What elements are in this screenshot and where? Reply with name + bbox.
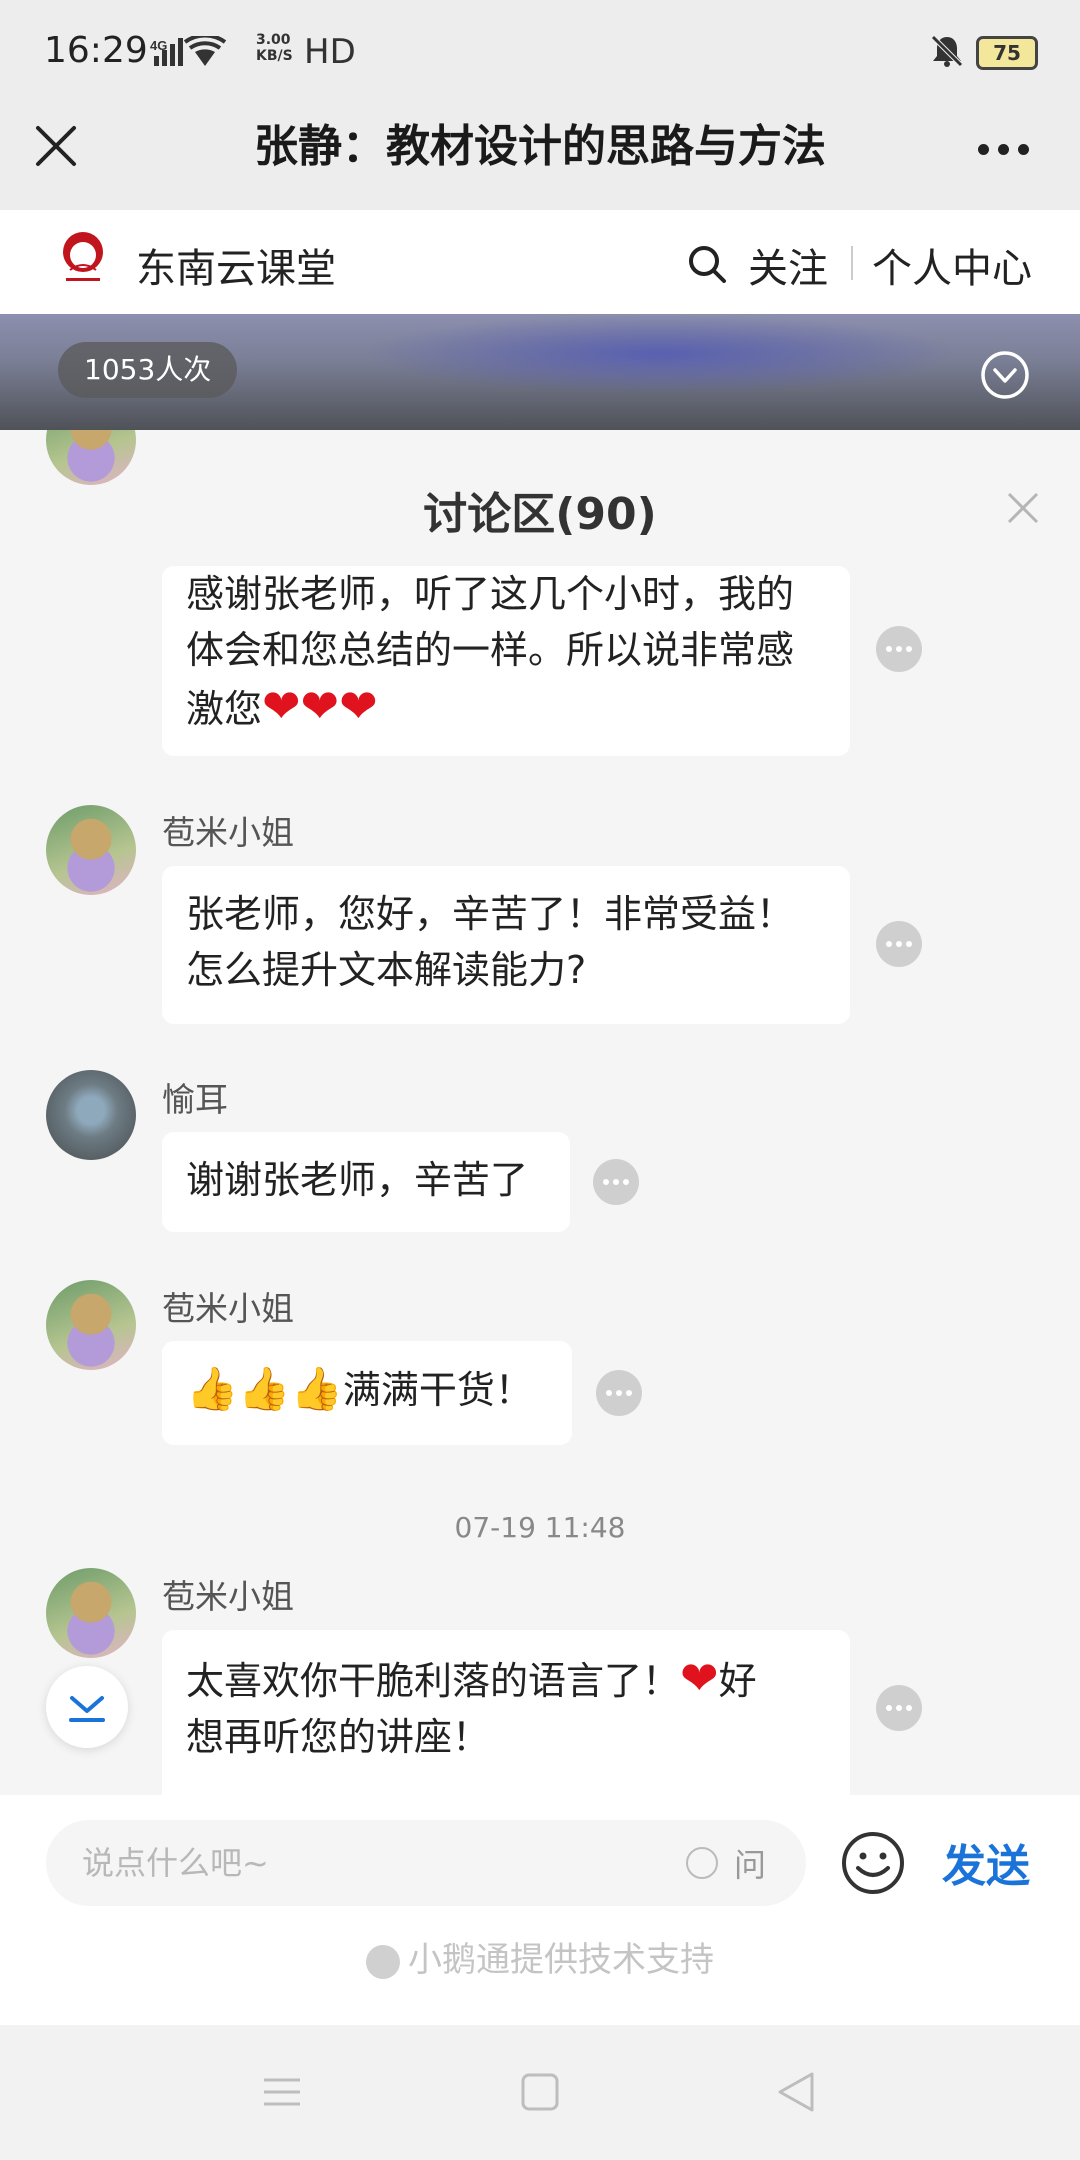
message-more-button[interactable] (876, 921, 922, 967)
message-more-button[interactable] (876, 626, 922, 672)
follow-button[interactable]: 关注 (748, 236, 828, 294)
avatar[interactable] (46, 805, 136, 895)
message-text: 想再听您的讲座！ (186, 1715, 491, 1759)
heart-emoji: ❤ (680, 1651, 719, 1705)
thumbs-up-emoji: 👍👍👍 (186, 1364, 343, 1413)
message-text: 太喜欢你干脆利落的语言了！❤好 (186, 1651, 757, 1705)
page-title: 张静：教材设计的思路与方法 (254, 121, 826, 172)
site-logo-icon (58, 230, 108, 290)
send-button[interactable]: 发送 (942, 1830, 1030, 1894)
message-more-button[interactable] (593, 1159, 639, 1205)
network-speed: 3.00 KB/S (256, 32, 293, 64)
signal-icon: 4G (150, 33, 250, 76)
avatar (46, 430, 136, 485)
message-text: 激您❤❤❤ (186, 679, 378, 733)
emoji-icon[interactable] (840, 1830, 906, 1896)
message-text: 体会和您总结的一样。所以说非常感 (186, 628, 795, 672)
message-bubble[interactable]: 👍👍👍满满干货！ (162, 1341, 572, 1445)
battery-indicator: 75 (976, 36, 1038, 70)
back-icon[interactable] (776, 2070, 816, 2118)
message-timestamp: 07-19 11:48 (454, 1511, 626, 1544)
username: 苞米小姐 (162, 1289, 294, 1328)
video-blur (360, 314, 960, 394)
message-bubble[interactable]: 感谢张老师，听了这几个小时，我的 体会和您总结的一样。所以说非常感 激您❤❤❤ (162, 566, 850, 756)
heart-emoji: ❤❤❤ (262, 679, 378, 733)
status-time: 16:29 (44, 30, 148, 71)
close-icon[interactable] (32, 122, 80, 170)
avatar[interactable] (46, 1280, 136, 1370)
xiaoe-logo-icon (366, 1944, 400, 1979)
message-bubble[interactable]: 太喜欢你干脆利落的语言了！❤好 想再听您的讲座！ (162, 1630, 850, 1795)
message-more-button[interactable] (596, 1370, 642, 1416)
message-text: 👍👍👍满满干货！ (186, 1364, 533, 1413)
username: 苞米小姐 (162, 813, 294, 852)
user-center-link[interactable]: 个人中心 (872, 236, 1032, 294)
site-name: 东南云课堂 (136, 246, 336, 292)
more-options-icon[interactable] (978, 140, 1038, 159)
chevron-down-icon[interactable] (980, 350, 1030, 400)
message-bubble[interactable]: 张老师，您好，辛苦了！非常受益！ 怎么提升文本解读能力? (162, 866, 850, 1024)
message-text: 谢谢张老师，辛苦了 (186, 1158, 529, 1202)
discussion-title: 讨论区(90) (423, 489, 657, 540)
support-text: 小鹅通提供技术支持 (0, 1932, 1080, 1981)
message-text: 感谢张老师，听了这几个小时，我的 (186, 572, 795, 616)
mute-bell-icon (930, 34, 964, 72)
username: 愉耳 (162, 1080, 228, 1119)
avatar[interactable] (46, 1568, 136, 1658)
hd-indicator: HD (304, 32, 356, 72)
scroll-to-bottom-button[interactable] (46, 1666, 128, 1748)
username: 苞米小姐 (162, 1577, 294, 1616)
view-count-badge: 1053人次 (58, 342, 238, 398)
close-panel-icon[interactable] (1003, 488, 1043, 528)
search-icon[interactable] (686, 243, 728, 289)
message-text: 怎么提升文本解读能力? (186, 948, 587, 992)
header-divider (851, 246, 853, 280)
ask-radio[interactable] (686, 1847, 718, 1879)
message-text: 张老师，您好，辛苦了！非常受益！ (186, 892, 795, 936)
arrow-down-icon (69, 1696, 105, 1722)
avatar[interactable] (46, 1070, 136, 1160)
message-bubble[interactable]: 谢谢张老师，辛苦了 (162, 1132, 570, 1232)
ask-label[interactable]: 问 (734, 1840, 766, 1886)
message-more-button[interactable] (876, 1685, 922, 1731)
home-icon[interactable] (520, 2072, 560, 2116)
menu-icon[interactable] (262, 2072, 302, 2116)
